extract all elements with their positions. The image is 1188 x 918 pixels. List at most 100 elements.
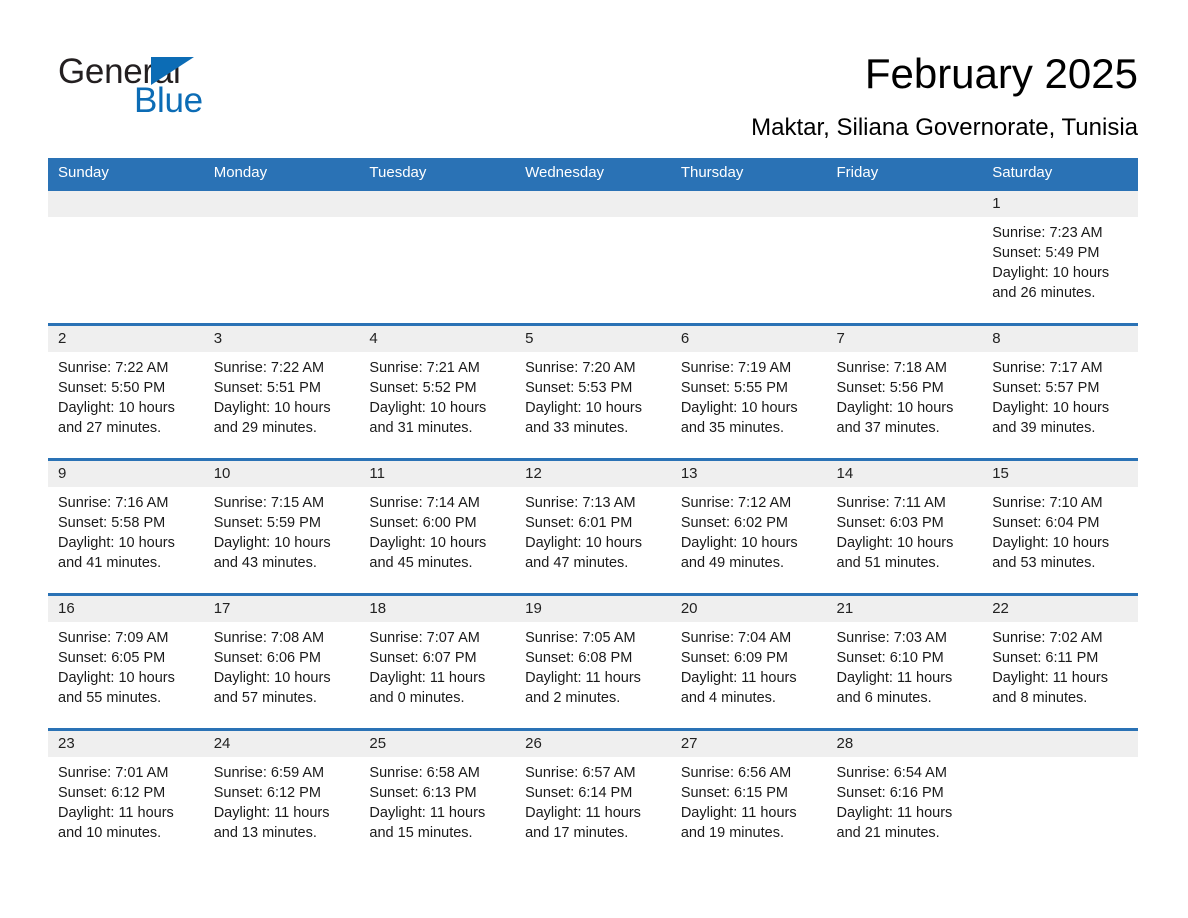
day-number: 20	[670, 596, 827, 622]
sunset-text: Sunset: 5:55 PM	[680, 380, 789, 396]
sunrise-text: Sunrise: 7:21 AM	[369, 360, 480, 376]
day-number: 23	[48, 731, 204, 757]
calendar-day-cell[interactable]: 22 Sunrise: 7:02 AM Sunset: 6:11 PM Dayligh…	[982, 593, 1138, 730]
sunset-text: Sunset: 5:50 PM	[58, 380, 166, 396]
calendar-empty-cell	[982, 728, 1138, 865]
sunrise-text: Sunrise: 7:02 AM	[992, 630, 1103, 646]
sunrise-text: Sunrise: 7:08 AM	[213, 630, 325, 646]
day-number: 15	[982, 461, 1138, 487]
day-details: Sunrise: 7:22 AM Sunset: 5:51 PM Daylight:…	[204, 352, 360, 438]
daylight-text-line2: and 43 minutes.	[213, 555, 317, 571]
sunset-text: Sunset: 6:00 PM	[369, 515, 477, 531]
calendar-day-cell[interactable]: 5 Sunrise: 7:20 AM Sunset: 5:53 PM Daylight…	[515, 323, 671, 460]
sunrise-text: Sunrise: 7:07 AM	[369, 630, 480, 646]
daylight-text-line2: and 21 minutes.	[836, 825, 940, 841]
calendar-day-cell[interactable]: 23 Sunrise: 7:01 AM Sunset: 6:12 PM Dayligh…	[48, 728, 204, 865]
calendar-day-cell[interactable]: 4 Sunrise: 7:21 AM Sunset: 5:52 PM Daylight…	[359, 323, 516, 460]
calendar-empty-cell	[826, 188, 983, 325]
calendar-day-cell[interactable]: 17 Sunrise: 7:08 AM Sunset: 6:06 PM Dayligh…	[203, 593, 360, 730]
sunrise-text: Sunrise: 7:11 AM	[836, 495, 946, 511]
day-number	[826, 191, 983, 217]
calendar-day-cell[interactable]: 2 Sunrise: 7:22 AM Sunset: 5:50 PM Daylight…	[48, 323, 204, 460]
calendar-day-cell[interactable]: 1 Sunrise: 7:23 AM Sunset: 5:49 PM Daylight…	[982, 188, 1138, 325]
general-blue-logo: General Blue	[58, 52, 358, 122]
sunset-text: Sunset: 6:07 PM	[369, 650, 477, 666]
daylight-text-line1: Daylight: 10 hours	[213, 400, 331, 416]
sunrise-text: Sunrise: 6:59 AM	[213, 765, 325, 781]
day-details: Sunrise: 7:01 AM Sunset: 6:12 PM Daylight:…	[48, 757, 204, 843]
page-subtitle: Maktar, Siliana Governorate, Tunisia	[751, 114, 1138, 141]
day-number	[982, 731, 1138, 757]
daylight-text-line1: Daylight: 10 hours	[369, 535, 487, 551]
calendar-empty-cell	[359, 188, 516, 325]
calendar-day-cell[interactable]: 16 Sunrise: 7:09 AM Sunset: 6:05 PM Dayligh…	[48, 593, 204, 730]
day-number: 1	[982, 191, 1138, 217]
sunset-text: Sunset: 5:59 PM	[213, 515, 321, 531]
daylight-text-line2: and 37 minutes.	[836, 420, 940, 436]
calendar-day-cell[interactable]: 25 Sunrise: 6:58 AM Sunset: 6:13 PM Dayligh…	[359, 728, 516, 865]
day-number	[48, 191, 204, 217]
daylight-text-line1: Daylight: 10 hours	[58, 535, 175, 551]
daylight-text-line2: and 26 minutes.	[992, 285, 1096, 301]
daylight-text-line1: Daylight: 10 hours	[836, 535, 954, 551]
sunrise-text: Sunrise: 7:09 AM	[58, 630, 169, 646]
daylight-text-line1: Daylight: 11 hours	[525, 805, 641, 821]
sunrise-text: Sunrise: 7:14 AM	[369, 495, 480, 511]
calendar-day-cell[interactable]: 14 Sunrise: 7:11 AM Sunset: 6:03 PM Dayligh…	[826, 458, 983, 595]
weekday-header-tuesday: Tuesday	[359, 158, 516, 190]
daylight-text-line1: Daylight: 10 hours	[992, 535, 1110, 551]
day-details: Sunrise: 7:15 AM Sunset: 5:59 PM Daylight:…	[204, 487, 360, 573]
calendar-day-cell[interactable]: 10 Sunrise: 7:15 AM Sunset: 5:59 PM Dayligh…	[203, 458, 360, 595]
daylight-text-line1: Daylight: 10 hours	[680, 400, 798, 416]
sunset-text: Sunset: 6:06 PM	[213, 650, 321, 666]
day-details: Sunrise: 7:09 AM Sunset: 6:05 PM Daylight:…	[48, 622, 204, 708]
daylight-text-line1: Daylight: 10 hours	[992, 400, 1110, 416]
daylight-text-line1: Daylight: 11 hours	[213, 805, 330, 821]
weekday-header-thursday: Thursday	[670, 158, 827, 190]
calendar-day-cell[interactable]: 27 Sunrise: 6:56 AM Sunset: 6:15 PM Dayligh…	[670, 728, 827, 865]
day-number: 27	[670, 731, 827, 757]
daylight-text-line2: and 0 minutes.	[369, 690, 465, 706]
sunrise-text: Sunrise: 7:05 AM	[525, 630, 636, 646]
daylight-text-line2: and 41 minutes.	[58, 555, 162, 571]
calendar-day-cell[interactable]: 20 Sunrise: 7:04 AM Sunset: 6:09 PM Dayligh…	[670, 593, 827, 730]
calendar-day-cell[interactable]: 21 Sunrise: 7:03 AM Sunset: 6:10 PM Dayligh…	[826, 593, 983, 730]
daylight-text-line1: Daylight: 10 hours	[58, 400, 175, 416]
sunrise-text: Sunrise: 7:04 AM	[680, 630, 792, 646]
calendar-day-cell[interactable]: 15 Sunrise: 7:10 AM Sunset: 6:04 PM Dayligh…	[982, 458, 1138, 595]
day-details: Sunrise: 6:57 AM Sunset: 6:14 PM Daylight:…	[515, 757, 671, 843]
calendar-empty-cell	[670, 188, 827, 325]
calendar-day-cell[interactable]: 13 Sunrise: 7:12 AM Sunset: 6:02 PM Dayligh…	[670, 458, 827, 595]
calendar-day-cell[interactable]: 6 Sunrise: 7:19 AM Sunset: 5:55 PM Daylight…	[670, 323, 827, 460]
sunrise-text: Sunrise: 7:19 AM	[680, 360, 792, 376]
daylight-text-line1: Daylight: 10 hours	[680, 535, 798, 551]
sunrise-text: Sunrise: 7:03 AM	[836, 630, 947, 646]
day-number: 21	[826, 596, 983, 622]
calendar-day-cell[interactable]: 3 Sunrise: 7:22 AM Sunset: 5:51 PM Daylight…	[203, 323, 360, 460]
sunset-text: Sunset: 6:15 PM	[680, 785, 789, 801]
day-number: 6	[670, 326, 827, 352]
sunrise-text: Sunrise: 7:22 AM	[213, 360, 325, 376]
calendar-day-cell[interactable]: 7 Sunrise: 7:18 AM Sunset: 5:56 PM Daylight…	[826, 323, 983, 460]
calendar-day-cell[interactable]: 24 Sunrise: 6:59 AM Sunset: 6:12 PM Dayligh…	[203, 728, 360, 865]
day-details: Sunrise: 6:54 AM Sunset: 6:16 PM Daylight:…	[827, 757, 983, 843]
calendar-day-cell[interactable]: 19 Sunrise: 7:05 AM Sunset: 6:08 PM Dayligh…	[515, 593, 671, 730]
sunrise-text: Sunrise: 7:17 AM	[992, 360, 1103, 376]
calendar-day-cell[interactable]: 9 Sunrise: 7:16 AM Sunset: 5:58 PM Daylight…	[48, 458, 204, 595]
day-number: 2	[48, 326, 204, 352]
daylight-text-line1: Daylight: 10 hours	[213, 670, 331, 686]
day-details: Sunrise: 7:05 AM Sunset: 6:08 PM Daylight:…	[515, 622, 671, 708]
calendar-day-cell[interactable]: 8 Sunrise: 7:17 AM Sunset: 5:57 PM Daylight…	[982, 323, 1138, 460]
calendar-day-cell[interactable]: 28 Sunrise: 6:54 AM Sunset: 6:16 PM Dayligh…	[826, 728, 983, 865]
daylight-text-line1: Daylight: 11 hours	[525, 670, 641, 686]
sunrise-text: Sunrise: 7:01 AM	[58, 765, 169, 781]
daylight-text-line1: Daylight: 10 hours	[525, 535, 642, 551]
calendar-day-cell[interactable]: 11 Sunrise: 7:14 AM Sunset: 6:00 PM Dayligh…	[359, 458, 516, 595]
day-number: 12	[515, 461, 671, 487]
calendar-day-cell[interactable]: 12 Sunrise: 7:13 AM Sunset: 6:01 PM Dayligh…	[515, 458, 671, 595]
calendar-day-cell[interactable]: 26 Sunrise: 6:57 AM Sunset: 6:14 PM Dayligh…	[515, 728, 671, 865]
sunset-text: Sunset: 5:58 PM	[58, 515, 166, 531]
calendar-day-cell[interactable]: 18 Sunrise: 7:07 AM Sunset: 6:07 PM Dayligh…	[359, 593, 516, 730]
day-details: Sunrise: 7:10 AM Sunset: 6:04 PM Daylight:…	[982, 487, 1138, 573]
sunset-text: Sunset: 6:13 PM	[369, 785, 477, 801]
